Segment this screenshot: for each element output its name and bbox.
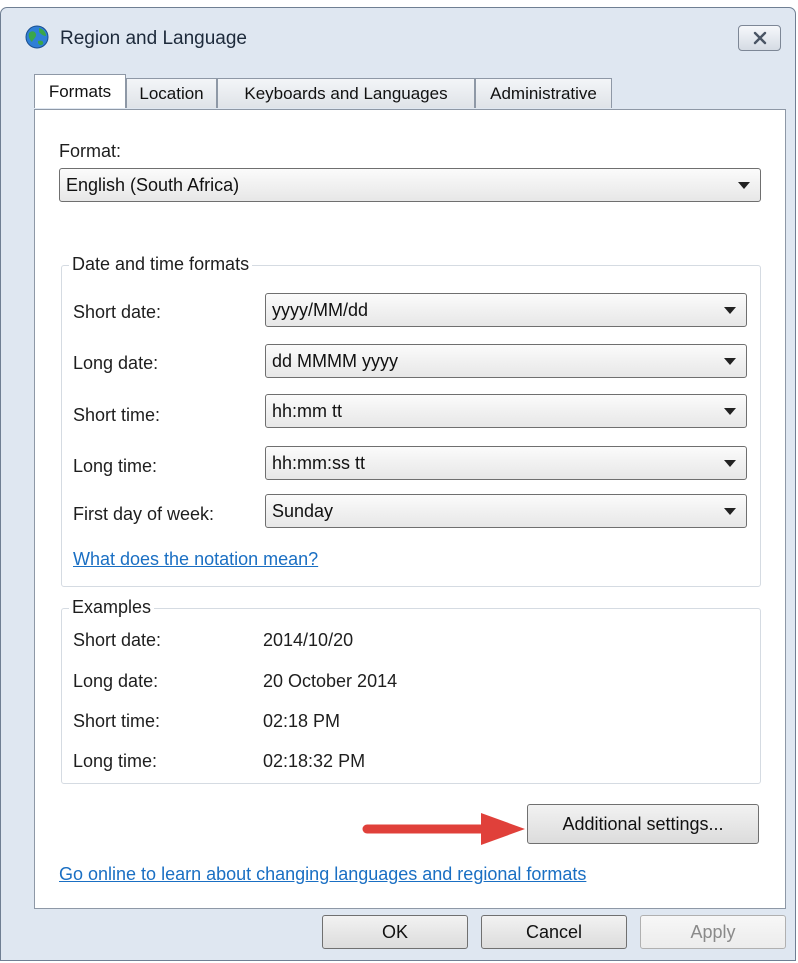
apply-button[interactable]: Apply bbox=[640, 915, 786, 949]
formats-tab-panel: Format: English (South Africa) Date and … bbox=[34, 109, 786, 909]
date-time-formats-title: Date and time formats bbox=[69, 254, 253, 275]
short-date-value: yyyy/MM/dd bbox=[272, 300, 369, 320]
example-long-time-label: Long time: bbox=[73, 751, 158, 771]
chevron-down-icon bbox=[724, 358, 736, 365]
annotation-arrow-icon bbox=[362, 813, 525, 845]
example-long-date-value: 20 October 2014 bbox=[263, 671, 398, 691]
ok-button[interactable]: OK bbox=[322, 915, 468, 949]
example-short-time-value: 02:18 PM bbox=[263, 711, 341, 731]
short-date-dropdown[interactable]: yyyy/MM/dd bbox=[265, 293, 747, 327]
additional-settings-button[interactable]: Additional settings... bbox=[527, 804, 759, 844]
close-icon bbox=[753, 31, 767, 45]
region-language-dialog: Region and Language Formats Location Key… bbox=[0, 7, 796, 961]
chevron-down-icon bbox=[724, 408, 736, 415]
chevron-down-icon bbox=[724, 508, 736, 515]
close-button[interactable] bbox=[738, 25, 781, 51]
short-date-label: Short date: bbox=[73, 302, 162, 322]
example-long-time-value: 02:18:32 PM bbox=[263, 751, 366, 771]
online-help-link[interactable]: Go online to learn about changing langua… bbox=[59, 864, 586, 885]
short-time-value: hh:mm tt bbox=[272, 401, 343, 421]
first-day-of-week-value: Sunday bbox=[272, 501, 334, 521]
format-value: English (South Africa) bbox=[66, 175, 240, 195]
format-label: Format: bbox=[59, 141, 122, 161]
long-date-value: dd MMMM yyyy bbox=[272, 351, 398, 371]
cancel-button[interactable]: Cancel bbox=[481, 915, 627, 949]
tab-location[interactable]: Location bbox=[126, 78, 217, 108]
short-time-dropdown[interactable]: hh:mm tt bbox=[265, 394, 747, 428]
globe-icon bbox=[23, 22, 51, 50]
tab-keyboards-languages[interactable]: Keyboards and Languages bbox=[217, 78, 475, 108]
long-time-value: hh:mm:ss tt bbox=[272, 453, 366, 473]
example-long-date-label: Long date: bbox=[73, 671, 159, 691]
notation-help-link[interactable]: What does the notation mean? bbox=[73, 549, 318, 570]
tab-administrative[interactable]: Administrative bbox=[475, 78, 612, 108]
example-short-time-label: Short time: bbox=[73, 711, 161, 731]
format-dropdown[interactable]: English (South Africa) bbox=[59, 168, 761, 202]
chevron-down-icon bbox=[724, 307, 736, 314]
examples-group bbox=[61, 608, 761, 784]
long-time-dropdown[interactable]: hh:mm:ss tt bbox=[265, 446, 747, 480]
examples-title: Examples bbox=[69, 597, 155, 618]
example-short-date-value: 2014/10/20 bbox=[263, 630, 354, 650]
long-date-label: Long date: bbox=[73, 353, 159, 373]
long-date-dropdown[interactable]: dd MMMM yyyy bbox=[265, 344, 747, 378]
first-day-of-week-dropdown[interactable]: Sunday bbox=[265, 494, 747, 528]
example-short-date-label: Short date: bbox=[73, 630, 162, 650]
chevron-down-icon bbox=[738, 182, 750, 189]
tab-formats[interactable]: Formats bbox=[34, 74, 126, 108]
first-day-of-week-label: First day of week: bbox=[73, 504, 215, 524]
long-time-label: Long time: bbox=[73, 456, 158, 476]
chevron-down-icon bbox=[724, 460, 736, 467]
short-time-label: Short time: bbox=[73, 405, 161, 425]
window-title: Region and Language bbox=[60, 28, 248, 49]
